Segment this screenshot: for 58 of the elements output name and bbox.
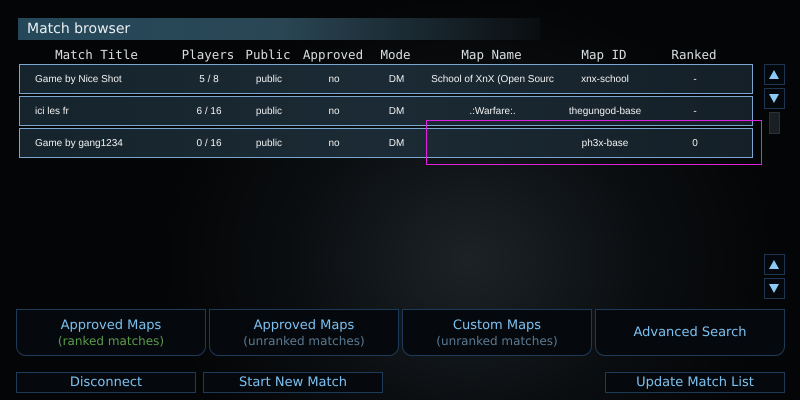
table-cell: 5 / 8 [199, 74, 219, 84]
table-cell: ph3x-base [582, 138, 628, 148]
filter-label: Approved Maps [254, 318, 354, 332]
filter-button[interactable]: Advanced Search [595, 309, 785, 356]
table-cell: - [693, 74, 697, 84]
scroll-up-button[interactable] [764, 254, 784, 275]
table-cell: DM [388, 106, 404, 116]
down-triangle-icon [769, 94, 779, 103]
action-button[interactable]: Disconnect [16, 372, 196, 393]
scroll-up-button[interactable] [764, 64, 784, 85]
table-cell: no [328, 138, 340, 148]
scroll-down-button[interactable] [764, 278, 784, 299]
table-cell: public [256, 74, 282, 84]
match-row[interactable]: Game by gang1234 0 / 16 public no DM ph3x-base 0 [19, 128, 753, 158]
column-header: Mode [380, 46, 411, 62]
scroll-down-button[interactable] [764, 88, 784, 109]
table-cell-text: Game by gang1234 [34, 138, 123, 148]
filter-sublabel: (ranked matches) [58, 334, 164, 348]
down-triangle-icon [769, 284, 779, 293]
filter-button[interactable]: Approved Maps (ranked matches) [16, 309, 206, 356]
filter-label: Approved Maps [60, 318, 162, 332]
filter-label: Custom Maps [452, 318, 542, 332]
table-cell: no [328, 74, 340, 84]
table-cell: 0 / 16 [196, 138, 222, 148]
table-cell: 6 / 16 [196, 106, 222, 116]
table-cell: School of XnX (Open Sourc [431, 74, 554, 84]
column-header: Map ID [581, 46, 627, 62]
window-title: Match browser [18, 18, 540, 40]
table-cell: xnx-school [581, 74, 629, 84]
match-row[interactable]: Game by Nice Shot 5 / 8 public no DM School of XnX (Open Sourc xnx-school - [19, 64, 753, 94]
column-header: Public [245, 46, 291, 62]
table-cell: - [693, 106, 697, 116]
table-cell: public [256, 138, 282, 148]
action-button[interactable]: Start New Match [203, 372, 383, 393]
column-header: Players [182, 46, 234, 62]
filter-sublabel: (unranked matches) [243, 334, 365, 348]
table-cell: .:Warfare:. [469, 106, 516, 116]
action-button[interactable]: Update Match List [605, 372, 785, 393]
table-cell: 0 [692, 138, 698, 148]
table-cell: DM [388, 74, 404, 84]
up-triangle-icon [769, 260, 779, 269]
up-triangle-icon [769, 70, 779, 79]
column-header: Ranked [671, 46, 717, 62]
table-cell-text: Game by Nice Shot [34, 74, 122, 84]
table-cell: thegungod-base [568, 106, 642, 116]
column-header: Match Title [55, 46, 138, 62]
scrollbar-thumb[interactable] [768, 112, 780, 134]
column-header: Approved [302, 46, 364, 62]
table-cell: DM [388, 138, 404, 148]
table-cell: public [256, 106, 282, 116]
table-cell-text: ici les fr [34, 106, 69, 116]
filter-button[interactable]: Approved Maps (unranked matches) [209, 309, 399, 356]
filter-label: Advanced Search [633, 325, 746, 340]
filter-button[interactable]: Custom Maps (unranked matches) [402, 309, 592, 356]
match-row[interactable]: ici les fr 6 / 16 public no DM .:Warfare:. thegungod-base - [19, 96, 753, 126]
filter-sublabel: (unranked matches) [436, 334, 558, 348]
table-cell: no [328, 106, 340, 116]
column-header: Map Name [461, 46, 522, 62]
